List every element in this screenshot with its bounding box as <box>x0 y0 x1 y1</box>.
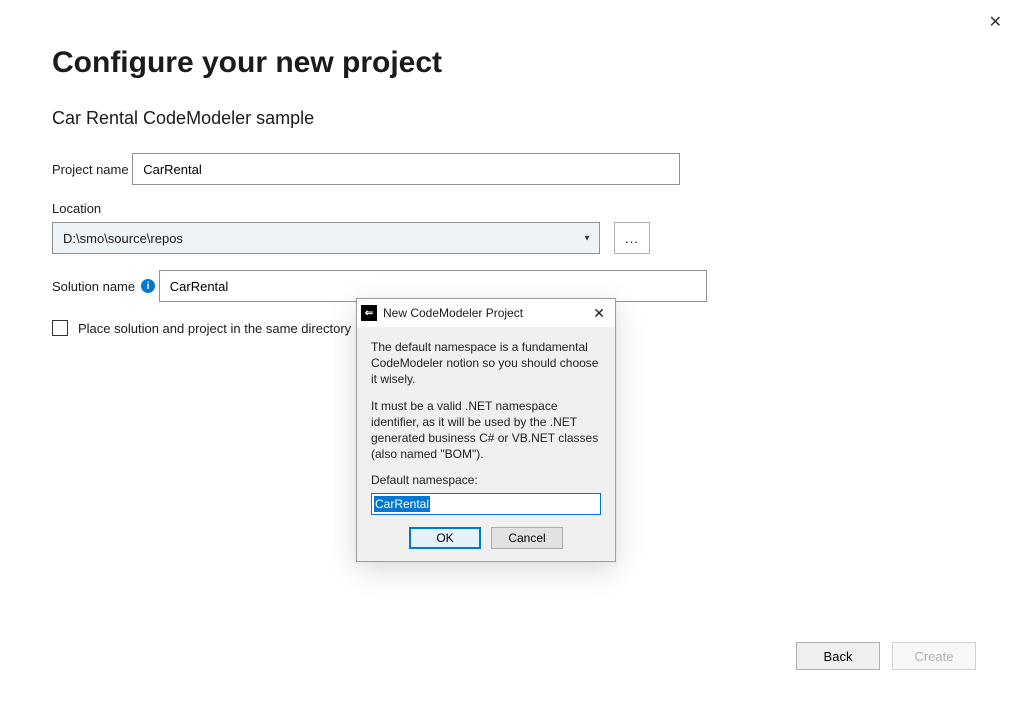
dialog-close-icon[interactable]: ✕ <box>589 305 609 322</box>
window-close-icon[interactable]: ✕ <box>981 8 1010 36</box>
project-name-input[interactable] <box>132 153 680 185</box>
info-icon[interactable]: i <box>141 279 155 293</box>
dialog-paragraph-2: It must be a valid .NET namespace identi… <box>371 398 601 463</box>
location-value: D:\smo\source\repos <box>63 231 183 246</box>
cancel-button[interactable]: Cancel <box>491 527 563 549</box>
project-name-label: Project name <box>52 162 129 177</box>
ok-button[interactable]: OK <box>409 527 481 549</box>
dialog-title: New CodeModeler Project <box>383 306 583 320</box>
template-subtitle: Car Rental CodeModeler sample <box>52 108 972 129</box>
app-icon: ⇐ <box>361 305 377 321</box>
default-namespace-value: CarRental <box>374 496 430 512</box>
default-namespace-label: Default namespace: <box>371 472 601 488</box>
location-label: Location <box>52 201 101 216</box>
same-directory-label: Place solution and project in the same d… <box>78 321 351 336</box>
chevron-down-icon: ▼ <box>583 234 591 243</box>
same-directory-checkbox[interactable] <box>52 320 68 336</box>
back-button[interactable]: Back <box>796 642 880 670</box>
new-codemodeler-project-dialog: ⇐ New CodeModeler Project ✕ The default … <box>356 298 616 562</box>
page-title: Configure your new project <box>52 46 972 80</box>
dialog-paragraph-1: The default namespace is a fundamental C… <box>371 339 601 388</box>
location-combobox[interactable]: D:\smo\source\repos ▼ <box>52 222 600 254</box>
browse-button[interactable]: ... <box>614 222 650 254</box>
create-button: Create <box>892 642 976 670</box>
default-namespace-input[interactable]: CarRental <box>371 493 601 515</box>
solution-name-label: Solution name <box>52 279 135 294</box>
